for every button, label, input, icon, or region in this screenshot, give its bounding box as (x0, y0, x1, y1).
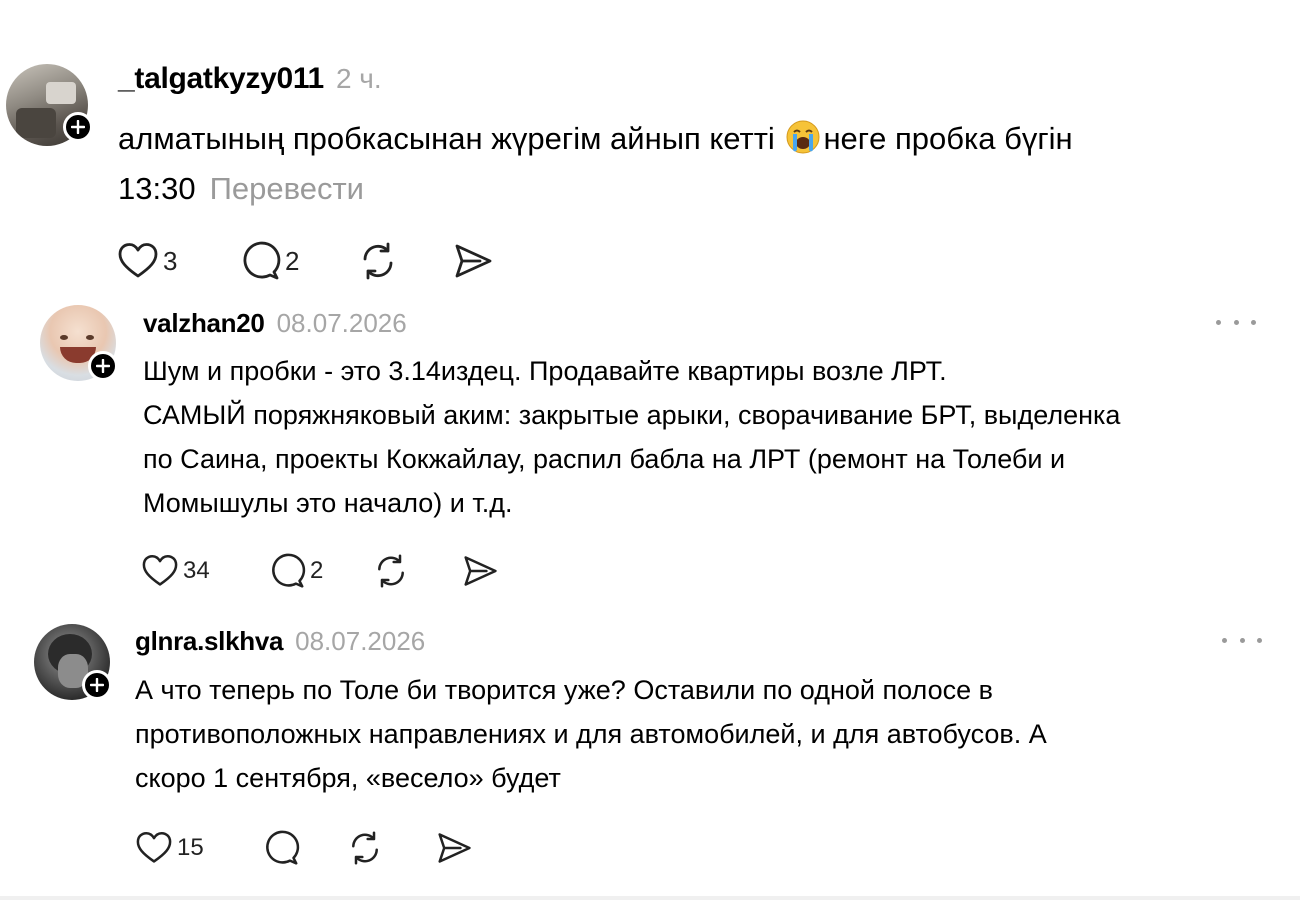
follow-plus-icon[interactable] (63, 112, 93, 142)
heart-icon (141, 554, 179, 588)
post-text-line: Момышулы это начало) и т.д. (143, 488, 513, 518)
post-text: А что теперь по Толе би творится уже? Ос… (135, 668, 1047, 800)
loudly-crying-face-icon (785, 119, 821, 155)
share-button[interactable] (436, 830, 474, 866)
like-count: 15 (177, 834, 204, 861)
avatar-container[interactable] (34, 624, 112, 700)
username[interactable]: glnra.slkhva (135, 626, 283, 657)
translate-link[interactable]: Перевести (210, 171, 364, 206)
username[interactable]: valzhan20 (143, 308, 265, 339)
post-text-line: противоположных направлениях и для автом… (135, 719, 1047, 749)
post-text-line: негe пробка бүгін (823, 121, 1073, 156)
reply-post: glnra.slkhva 08.07.2026 А что теперь по … (0, 600, 1300, 896)
reply-button[interactable] (260, 830, 346, 866)
reply-count: 2 (285, 245, 300, 276)
reply-button[interactable]: 2 (266, 553, 372, 589)
divider (0, 896, 1300, 900)
post-text-line: САМЫЙ поряжняковый аким: закрытые арыки,… (143, 400, 1121, 430)
post-text: Шум и пробки - это 3.14издец. Продавайте… (143, 349, 1120, 525)
post-text-line: Шум и пробки - это 3.14издец. Продавайте… (143, 356, 947, 386)
send-icon (462, 553, 500, 589)
like-button[interactable]: 15 (135, 831, 260, 865)
like-button[interactable]: 34 (141, 554, 266, 588)
post-text-line: алматының пробкасынан жүрегім айнып кетт… (118, 121, 775, 156)
post-text: алматының пробкасынан жүрегім айнып кетт… (118, 114, 1073, 214)
avatar-container[interactable] (40, 305, 118, 381)
repost-icon (372, 553, 410, 589)
post-text-line: скоро 1 сентября, «весело» будет (135, 763, 561, 793)
send-icon (436, 830, 474, 866)
thread-post: _talgatkyzy011 2 ч. алматының пробкасына… (0, 0, 1300, 300)
comment-icon (237, 241, 281, 281)
more-options-button[interactable] (1222, 630, 1262, 650)
post-time: 08.07.2026 (295, 626, 426, 656)
repost-button[interactable] (372, 553, 462, 589)
comment-icon (260, 830, 300, 866)
repost-button[interactable] (357, 241, 453, 281)
post-text-line: 13:30 (118, 171, 196, 206)
heart-icon (135, 831, 173, 865)
like-button[interactable]: 3 (117, 242, 237, 280)
reply-post: valzhan20 08.07.2026 Шум и пробки - это … (0, 300, 1300, 600)
post-time: 08.07.2026 (276, 308, 407, 338)
follow-plus-icon[interactable] (88, 351, 118, 381)
more-options-button[interactable] (1216, 312, 1256, 332)
repost-icon (346, 830, 384, 866)
post-text-line: по Саина, проекты Кокжайлау, распил бабл… (143, 444, 1066, 474)
reply-button[interactable]: 2 (237, 241, 357, 281)
repost-icon (357, 241, 399, 281)
post-text-line: А что теперь по Толе би творится уже? Ос… (135, 675, 993, 705)
share-button[interactable] (462, 553, 500, 589)
repost-button[interactable] (346, 830, 436, 866)
reply-count: 2 (310, 557, 324, 584)
comment-icon (266, 553, 306, 589)
username[interactable]: _talgatkyzy011 (118, 62, 324, 96)
like-count: 34 (183, 557, 210, 584)
send-icon (453, 241, 495, 281)
more-icon (1216, 319, 1221, 325)
post-time: 2 ч. (335, 63, 382, 94)
heart-icon (117, 242, 159, 280)
avatar-container[interactable] (6, 64, 93, 146)
like-count: 3 (163, 245, 178, 276)
more-icon (1222, 637, 1227, 643)
follow-plus-icon[interactable] (82, 670, 112, 700)
share-button[interactable] (453, 241, 495, 281)
